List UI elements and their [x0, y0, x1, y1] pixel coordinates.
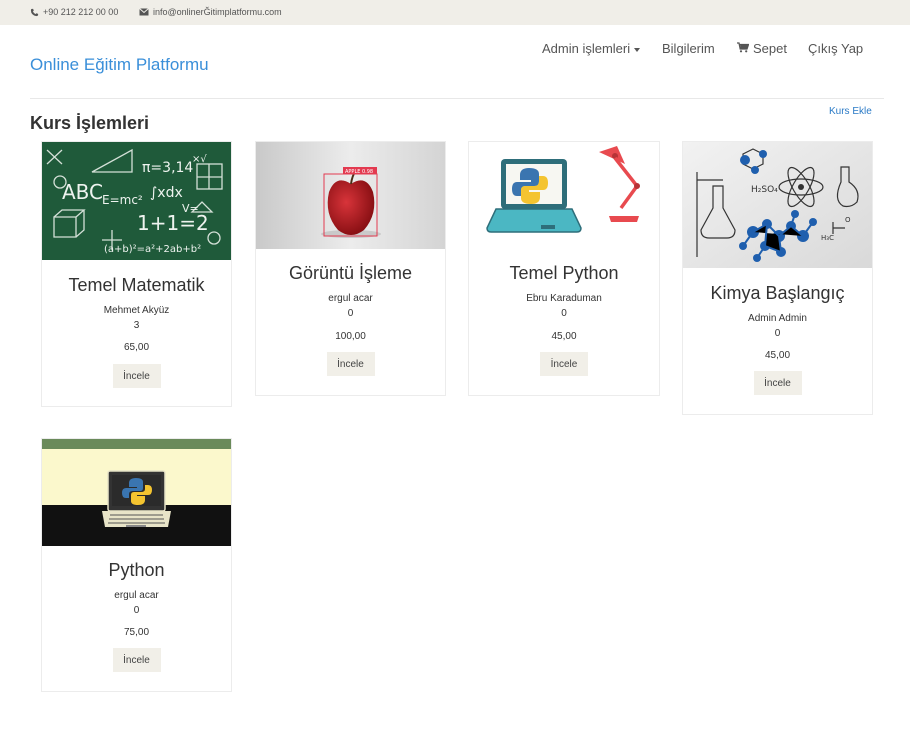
- email-contact: info@onlinerĞitimplatformu.com: [139, 7, 282, 17]
- svg-text:V=: V=: [182, 202, 199, 215]
- svg-text:ABC: ABC: [62, 180, 103, 204]
- course-count: 0: [561, 308, 567, 319]
- nav-logout-label: Çıkış Yap: [808, 41, 864, 56]
- course-count: 0: [133, 605, 140, 616]
- course-count: 3: [133, 320, 140, 331]
- course-price: 45,00: [764, 350, 791, 361]
- course-card: APPLE 0.98 Görüntü İşleme ergul acar 0 1…: [255, 141, 446, 396]
- course-count: 0: [347, 308, 354, 319]
- course-price: 65,00: [123, 342, 150, 353]
- nav-logout[interactable]: Çıkış Yap: [808, 41, 863, 56]
- course-title: Temel Matematik: [68, 275, 205, 295]
- course-title: Python: [108, 560, 165, 580]
- incele-button[interactable]: İncele: [112, 648, 161, 672]
- course-instructor: Ebru Karaduman: [526, 293, 602, 304]
- svg-text:H₃C: H₃C: [821, 234, 834, 242]
- course-price: 100,00: [335, 331, 366, 342]
- course-card: H₂SO₄ H₃C O Kimya Başlangıç Admin Admin …: [682, 141, 873, 415]
- svg-text:H₂SO₄: H₂SO₄: [751, 185, 778, 195]
- admin-menu-label: Admin işlemleri: [542, 41, 631, 56]
- cart-icon: [737, 41, 750, 56]
- course-card: Temel Python Ebru Karaduman 0 45,00 İnce…: [468, 141, 660, 396]
- incele-button[interactable]: İncele: [753, 371, 802, 395]
- phone-number: +90 212 212 00 00: [43, 7, 119, 17]
- course-instructor: Admin Admin: [748, 313, 807, 324]
- phone-contact: +90 212 212 00 00: [30, 7, 118, 17]
- course-title: Kimya Başlangıç: [710, 283, 845, 303]
- caret-down-icon: [634, 47, 641, 52]
- nav-cart[interactable]: Sepet: [737, 41, 787, 56]
- course-card: ABC π=3,14 ∫xdx 1+1=2 (a+b)²=a²+2ab+b² V…: [41, 141, 232, 407]
- nav-cart-label: Sepet: [753, 41, 787, 56]
- apple-detection-image: APPLE 0.98: [256, 142, 445, 249]
- svg-text:×√: ×√: [192, 154, 207, 165]
- chemistry-molecules-image: H₂SO₄ H₃C O: [683, 142, 872, 268]
- nav-bilgilerim[interactable]: Bilgilerim: [662, 41, 715, 56]
- svg-text:π=3,14: π=3,14: [142, 160, 193, 176]
- phone-icon: [30, 8, 39, 17]
- course-price: 45,00: [551, 331, 577, 342]
- svg-text:(a+b)²=a²+2ab+b²: (a+b)²=a²+2ab+b²: [104, 244, 201, 255]
- python-laptop-image: [42, 439, 231, 546]
- incele-button[interactable]: İncele: [540, 352, 588, 376]
- course-instructor: ergul acar: [114, 590, 159, 601]
- incele-button[interactable]: İncele: [326, 352, 375, 376]
- admin-menu-dropdown[interactable]: Admin işlemleri: [542, 41, 641, 56]
- chalkboard-math-image: ABC π=3,14 ∫xdx 1+1=2 (a+b)²=a²+2ab+b² V…: [42, 142, 231, 260]
- course-instructor: ergul acar: [328, 293, 373, 304]
- course-title: Temel Python: [509, 263, 619, 283]
- main-nav: Admin işlemleri Bilgilerim Sepet Çıkış Y…: [0, 41, 910, 61]
- python-laptop-lamp-image: [469, 142, 659, 249]
- course-count: 0: [774, 328, 781, 339]
- page-title: Kurs İşlemleri: [30, 113, 150, 133]
- email-address: info@onlinerĞitimplatformu.com: [153, 7, 282, 17]
- incele-button[interactable]: İncele: [112, 364, 161, 388]
- course-instructor: Mehmet Akyüz: [103, 305, 170, 316]
- course-title: Görüntü İşleme: [288, 263, 413, 283]
- course-price: 75,00: [123, 627, 150, 638]
- envelope-icon: [139, 8, 149, 16]
- svg-text:E=mc²: E=mc²: [102, 193, 143, 207]
- nav-bilgilerim-label: Bilgilerim: [662, 41, 715, 56]
- header-divider: [30, 98, 884, 99]
- svg-text:∫xdx: ∫xdx: [150, 185, 183, 201]
- top-contact-bar: +90 212 212 00 00 info@onlinerĞitimplatf…: [0, 0, 910, 25]
- add-course-link[interactable]: Kurs Ekle: [829, 106, 872, 117]
- svg-text:O: O: [845, 216, 851, 224]
- course-card: Python ergul acar 0 75,00 İncele: [41, 438, 232, 692]
- apple-detection-tag: APPLE 0.98: [345, 169, 373, 175]
